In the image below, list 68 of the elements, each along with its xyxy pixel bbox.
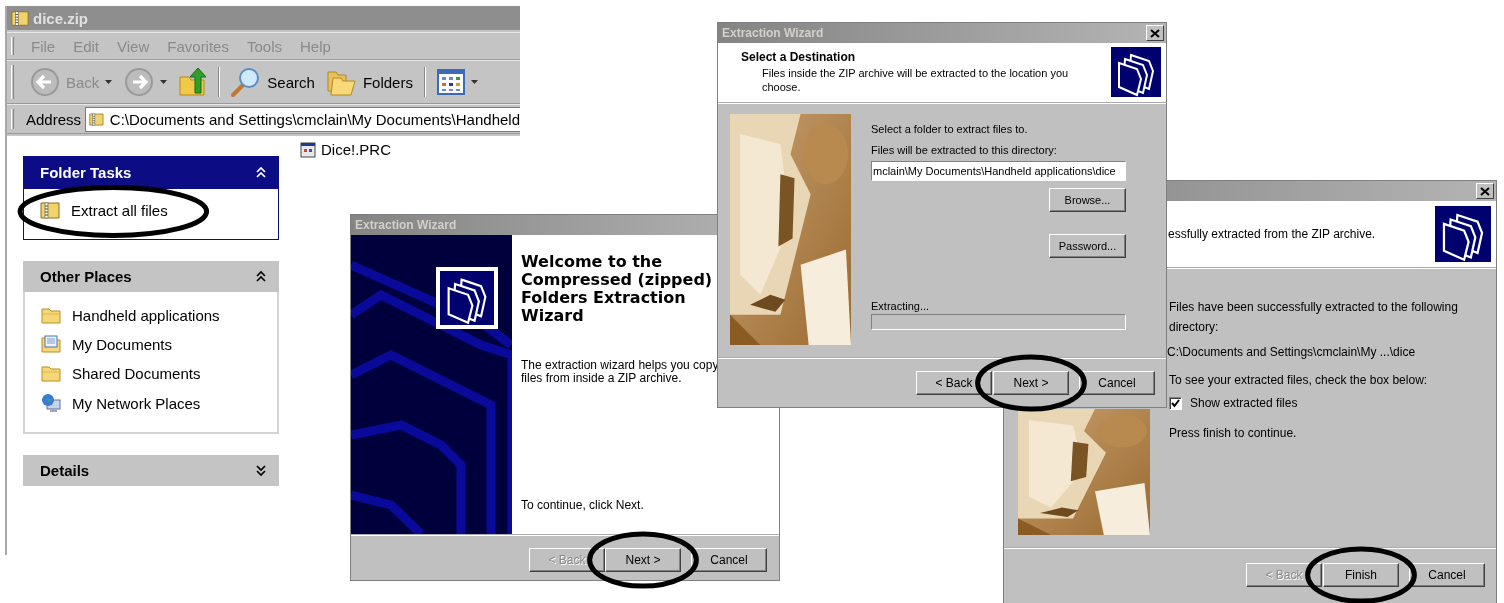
directory-field[interactable]: mclain\My Documents\Handheld applications\dice: [871, 161, 1126, 181]
progress-label: Extracting...: [871, 300, 931, 312]
folders-icon: [1111, 47, 1161, 97]
cancel-button[interactable]: Cancel: [1079, 371, 1155, 395]
finish-button[interactable]: Finish: [1323, 563, 1399, 587]
zip-folder-icon: [40, 201, 60, 219]
task-link[interactable]: My Documents: [41, 335, 173, 353]
collapse-icon: [255, 270, 267, 283]
back-icon: [30, 67, 60, 97]
directory-path: C:\Documents and Settings\cmclain\My ...\dice: [1167, 345, 1417, 359]
network-icon: [41, 393, 61, 413]
checkbox-label[interactable]: Show extracted files: [1190, 396, 1298, 410]
zip-folder-icon: [89, 111, 104, 127]
documents-folder-icon: [41, 335, 61, 353]
folders-icon: [326, 68, 357, 96]
window-title: dice.zip: [33, 9, 88, 27]
close-button[interactable]: [1146, 25, 1164, 41]
instruction-text: To continue, click Next.: [521, 498, 645, 512]
zip-folder-icon: [11, 9, 29, 27]
program-file-icon: [300, 141, 316, 158]
folder-icon: [41, 306, 61, 324]
forward-icon: [124, 67, 155, 97]
window-title: Extraction Wizard: [722, 26, 824, 40]
panel-header[interactable]: Details: [23, 455, 279, 486]
task-link[interactable]: Handheld applications: [41, 306, 220, 324]
dropdown-icon: [160, 80, 168, 84]
window-title: Extraction Wizard: [355, 218, 457, 232]
next-button[interactable]: Next >: [993, 371, 1069, 395]
field-label: Files will be extracted to this directory:: [871, 144, 1058, 156]
next-button[interactable]: Next >: [605, 548, 681, 572]
check-icon: [1171, 398, 1180, 408]
wizard-heading: Welcome to the Compressed (zipped) Folders Extraction Wizard: [521, 253, 714, 325]
step-description: essfully extracted from the ZIP archive.: [1168, 227, 1376, 241]
folders-icon: [440, 271, 494, 325]
task-link[interactable]: My Network Places: [41, 393, 201, 413]
folder-icon: [41, 364, 61, 382]
views-icon: [436, 69, 465, 95]
panel-header[interactable]: Folder Tasks: [23, 156, 279, 188]
file-name[interactable]: Dice!.PRC: [300, 141, 391, 158]
search-button[interactable]: Search: [227, 65, 319, 99]
intro-text: The extraction wizard helps you copy files from inside a ZIP archive.: [521, 359, 720, 385]
close-button[interactable]: [1476, 183, 1494, 199]
step-heading: Select a Destination: [741, 50, 857, 64]
address-label: Address: [26, 110, 82, 128]
task-link[interactable]: Shared Documents: [41, 364, 201, 382]
cancel-button[interactable]: Cancel: [691, 548, 767, 572]
close-icon: [1150, 28, 1160, 38]
folders-button[interactable]: Folders: [322, 66, 417, 98]
address-field[interactable]: C:\Documents and Settings\cmclain\My Documents\Handheld: [85, 106, 520, 132]
hint-text: To see your extracted files, check the box below:: [1169, 373, 1429, 387]
result-message: Files have been successfully extracted to the following directory:: [1169, 299, 1459, 336]
closing-text: Press finish to continue.: [1169, 426, 1298, 440]
browse-button[interactable]: Browse...: [1049, 188, 1126, 212]
folder-up-icon: [179, 67, 208, 97]
prompt-text: Select a folder to extract files to.: [871, 123, 1029, 135]
panel-header[interactable]: Other Places: [23, 261, 279, 292]
cancel-button[interactable]: Cancel: [1409, 563, 1485, 587]
collapse-icon: [255, 165, 267, 179]
expand-icon: [255, 464, 267, 477]
close-icon: [1480, 186, 1490, 196]
dropdown-icon: [105, 80, 113, 84]
dropdown-icon: [470, 80, 478, 84]
back-button[interactable]: < Back: [916, 371, 992, 395]
folders-icon: [1435, 206, 1491, 262]
search-icon: [231, 67, 262, 97]
step-description: Files inside the ZIP archive will be extracted to the location you choose.: [761, 66, 1070, 94]
password-button[interactable]: Password...: [1049, 234, 1126, 258]
checkbox[interactable]: [1169, 396, 1182, 410]
